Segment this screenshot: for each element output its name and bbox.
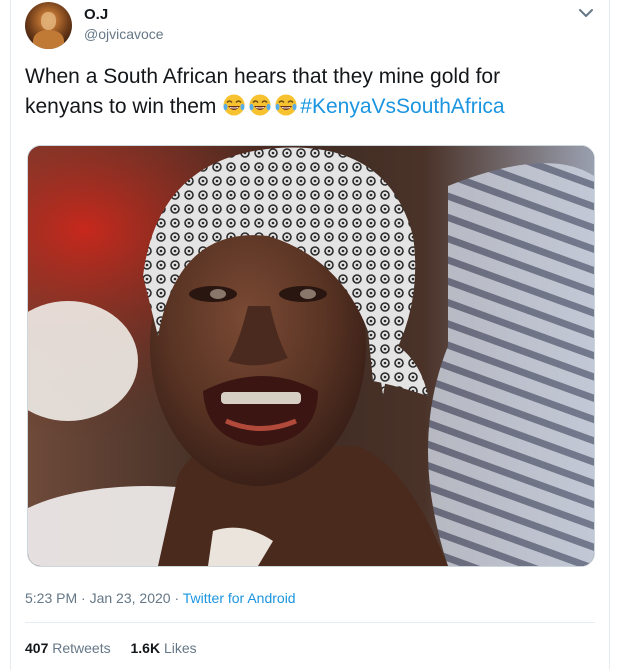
retweets-label: Retweets (52, 640, 111, 656)
avatar[interactable] (25, 2, 72, 49)
hashtag-link[interactable]: #KenyaVsSouthAfrica (300, 95, 504, 118)
tweet-source-link[interactable]: Twitter for Android (183, 590, 296, 606)
tears-of-joy-emoji (223, 94, 245, 116)
divider (25, 622, 595, 623)
tweet-text-line1: When a South African hears that they min… (25, 65, 501, 88)
tweet-card: O.J @ojvicavoce When a South African hea… (10, 0, 610, 670)
retweets-stat[interactable]: 407 Retweets (25, 640, 111, 656)
meta-separator: · (170, 590, 183, 606)
author-handle[interactable]: @ojvicavoce (84, 26, 164, 42)
likes-stat[interactable]: 1.6K Likes (131, 640, 197, 656)
tweet-meta: 5:23 PM · Jan 23, 2020 · Twitter for And… (25, 590, 296, 606)
photo-image (28, 146, 594, 566)
likes-label: Likes (163, 640, 197, 656)
tweet-stats: 407 Retweets 1.6K Likes (25, 640, 213, 656)
tears-of-joy-emoji (275, 94, 297, 116)
tweet-photo[interactable] (27, 145, 595, 567)
meta-separator: · (77, 590, 90, 606)
tweet-text-line2: kenyans to win them (25, 95, 217, 118)
tweet-time[interactable]: 5:23 PM (25, 590, 77, 606)
likes-count: 1.6K (130, 640, 161, 656)
retweets-count: 407 (25, 640, 49, 656)
tears-of-joy-emoji (249, 94, 271, 116)
tweet-text: When a South African hears that they min… (25, 62, 595, 122)
chevron-down-icon[interactable] (577, 6, 595, 20)
tweet-date[interactable]: Jan 23, 2020 (90, 590, 171, 606)
author-name[interactable]: O.J (84, 6, 108, 23)
